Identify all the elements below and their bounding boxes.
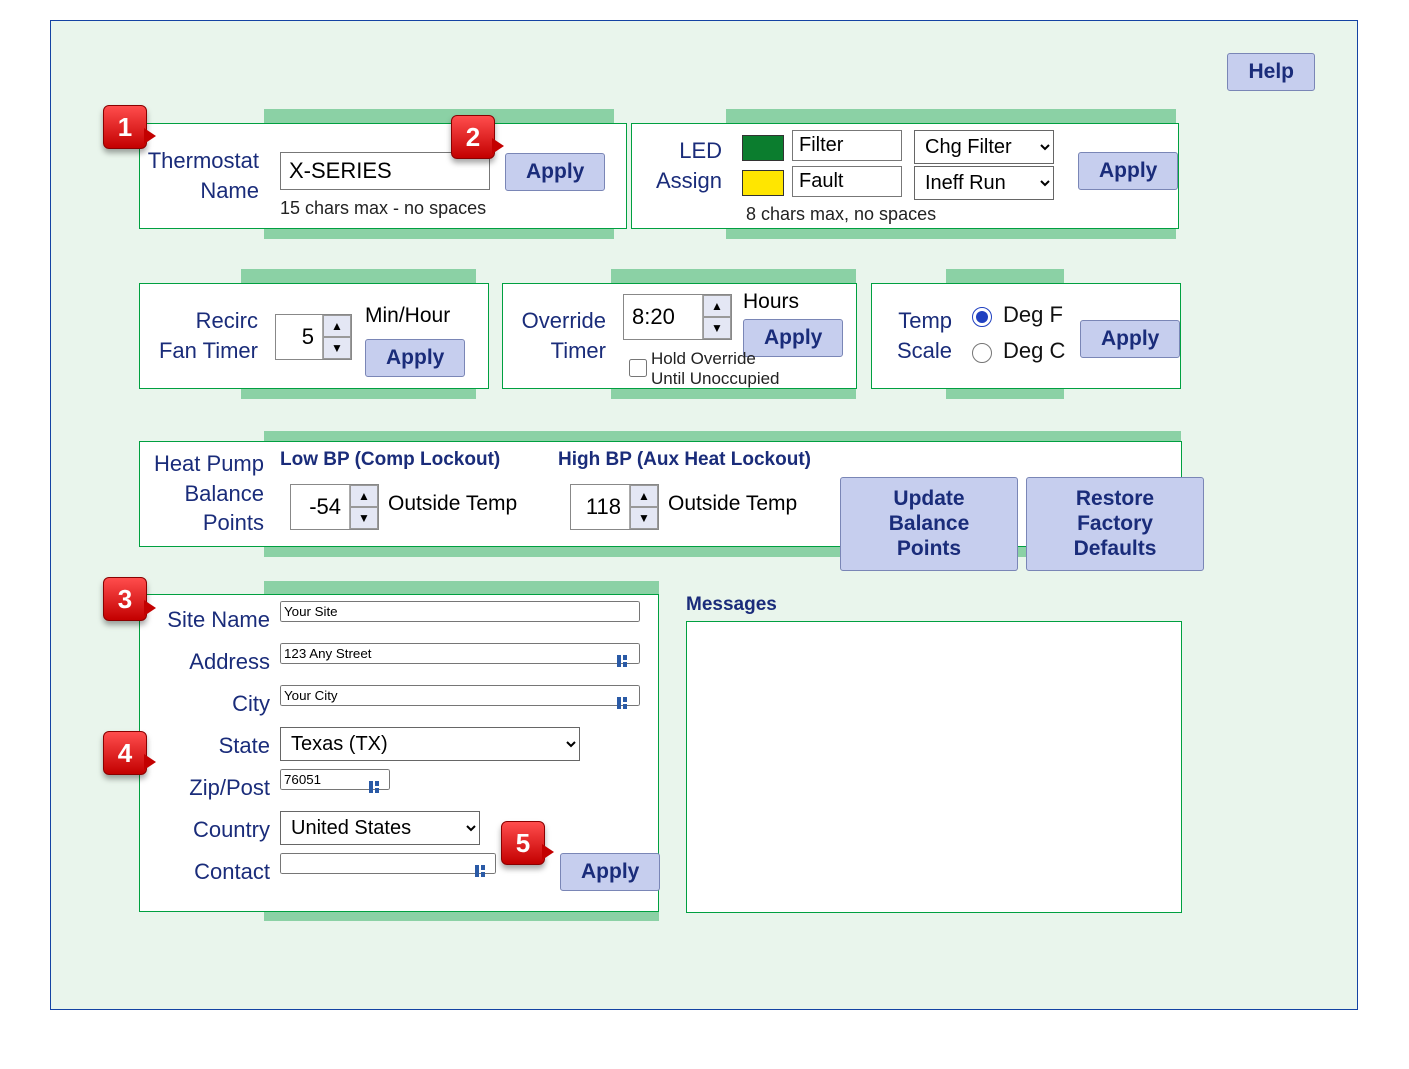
autofill-icon[interactable] [474, 863, 490, 879]
thermostat-label-2: Name [200, 178, 259, 203]
override-hold-checkbox[interactable] [629, 359, 647, 377]
balance-low-input[interactable] [291, 485, 349, 529]
thermostat-label-1: Thermostat [148, 148, 259, 173]
site-panel: Site Name Address City State Zip/Post Co… [139, 594, 659, 912]
balance-low-down[interactable]: ▼ [350, 507, 378, 529]
messages-label: Messages [686, 594, 777, 616]
led-row1-name-input[interactable] [792, 130, 902, 161]
site-contact-input[interactable] [280, 853, 496, 874]
temp-scale-panel: Temp Scale Deg F Deg C Apply [871, 283, 1181, 389]
autofill-icon[interactable] [616, 695, 632, 711]
thermostat-name-panel: Thermostat Name 15 chars max - no spaces… [139, 123, 627, 229]
override-spin-up[interactable]: ▲ [703, 295, 731, 317]
balance-high-up[interactable]: ▲ [630, 485, 658, 507]
callout-3: 3 [103, 577, 147, 621]
thermostat-hint: 15 chars max - no spaces [280, 198, 486, 219]
config-page: Help Thermostat Name 15 chars max - no s… [50, 20, 1358, 1010]
site-apply-button[interactable]: Apply [560, 853, 660, 891]
recirc-unit: Min/Hour [365, 304, 450, 328]
temp-label-2: Scale [897, 338, 952, 363]
balance-high-down[interactable]: ▼ [630, 507, 658, 529]
temp-deg-c-label: Deg C [1003, 338, 1065, 364]
balance-high-input[interactable] [571, 485, 629, 529]
temp-deg-f-radio[interactable] [972, 307, 992, 327]
led-label-1: LED [679, 138, 722, 163]
callout-1: 1 [103, 105, 147, 149]
site-name-input[interactable] [280, 601, 640, 622]
balance-panel: Heat Pump Balance Points Low BP (Comp Lo… [139, 441, 1182, 547]
site-name-label: Site Name [140, 605, 270, 635]
recirc-label-2: Fan Timer [159, 338, 258, 363]
help-button[interactable]: Help [1227, 53, 1315, 91]
override-panel: Override Timer ▲ ▼ Hours Apply Hold Over… [502, 283, 857, 389]
balance-label-2: Balance [184, 481, 264, 506]
balance-label-1: Heat Pump [154, 451, 264, 476]
recirc-value-input[interactable] [276, 315, 322, 359]
callout-5: 5 [501, 821, 545, 865]
balance-low-head: Low BP (Comp Lockout) [280, 449, 500, 471]
led-row2-select[interactable]: Ineff Run [914, 166, 1054, 200]
recirc-spin-up[interactable]: ▲ [323, 315, 351, 337]
override-label-1: Override [522, 308, 606, 333]
autofill-icon[interactable] [368, 779, 384, 795]
thermostat-apply-button[interactable]: Apply [505, 153, 605, 191]
temp-label-1: Temp [898, 308, 952, 333]
balance-restore-button[interactable]: Restore FactoryDefaults [1026, 477, 1204, 571]
override-hold-l2: Until Unoccupied [651, 369, 780, 388]
override-label-2: Timer [551, 338, 606, 363]
recirc-apply-button[interactable]: Apply [365, 339, 465, 377]
site-state-label: State [140, 731, 270, 761]
led-apply-button[interactable]: Apply [1078, 152, 1178, 190]
site-country-label: Country [140, 815, 270, 845]
callout-4: 4 [103, 731, 147, 775]
temp-deg-f-label: Deg F [1003, 302, 1063, 328]
override-spin-down[interactable]: ▼ [703, 317, 731, 339]
override-value-input[interactable] [624, 295, 702, 339]
balance-update-button[interactable]: Update BalancePoints [840, 477, 1018, 571]
site-address-label: Address [140, 647, 270, 677]
recirc-spin-down[interactable]: ▼ [323, 337, 351, 359]
led-row1-swatch [742, 135, 784, 161]
autofill-icon[interactable] [616, 653, 632, 669]
led-row2-name-input[interactable] [792, 166, 902, 197]
override-hold-l1: Hold Override [651, 349, 756, 368]
site-zip-label: Zip/Post [140, 773, 270, 803]
recirc-panel: Recirc Fan Timer ▲ ▼ Min/Hour Apply [139, 283, 489, 389]
led-hint: 8 chars max, no spaces [746, 204, 936, 225]
balance-low-up[interactable]: ▲ [350, 485, 378, 507]
temp-apply-button[interactable]: Apply [1080, 320, 1180, 358]
led-row1-select[interactable]: Chg Filter [914, 130, 1054, 164]
site-city-input[interactable] [280, 685, 640, 706]
site-contact-label: Contact [140, 857, 270, 887]
site-address-input[interactable] [280, 643, 640, 664]
balance-label-3: Points [203, 510, 264, 535]
messages-box [686, 621, 1182, 913]
override-unit: Hours [743, 290, 799, 314]
led-label-2: Assign [656, 168, 722, 193]
site-country-select[interactable]: United States [280, 811, 480, 845]
led-row2-swatch [742, 170, 784, 196]
balance-high-unit: Outside Temp [668, 492, 797, 516]
site-state-select[interactable]: Texas (TX) [280, 727, 580, 761]
temp-deg-c-radio[interactable] [972, 343, 992, 363]
balance-high-head: High BP (Aux Heat Lockout) [558, 449, 811, 471]
site-city-label: City [140, 689, 270, 719]
recirc-label-1: Recirc [196, 308, 258, 333]
callout-2: 2 [451, 115, 495, 159]
balance-low-unit: Outside Temp [388, 492, 517, 516]
led-assign-panel: LED Assign Chg Filter Ineff Run 8 chars … [631, 123, 1179, 229]
